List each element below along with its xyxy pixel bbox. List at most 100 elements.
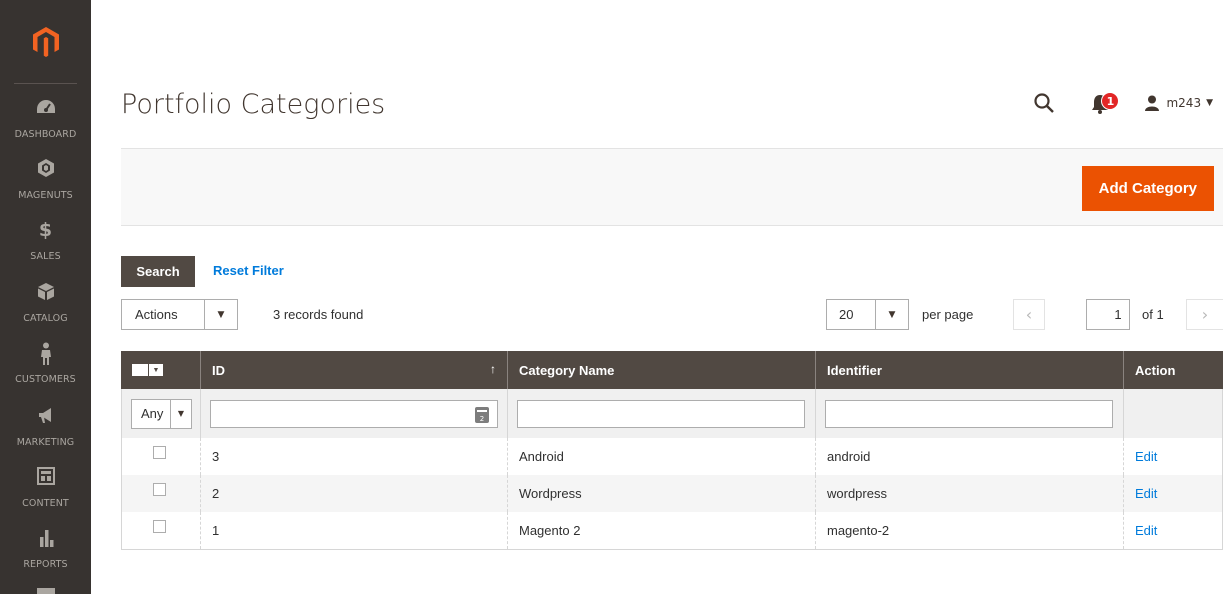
table-row: 3 Android android Edit <box>122 438 1222 475</box>
filter-cell-identifier <box>816 389 1124 438</box>
range-filter-icon: 2 <box>475 406 489 423</box>
any-filter-value: Any <box>132 399 171 428</box>
sidebar-item-dashboard[interactable]: DASHBOARD <box>0 97 91 141</box>
admin-sidebar: DASHBOARD MAGENUTS $ SALES CATALOG CUSTO… <box>0 0 91 594</box>
bar-chart-icon <box>0 527 91 549</box>
search-icon <box>1034 93 1055 113</box>
user-menu[interactable]: m243 ▼ <box>1144 95 1213 111</box>
filter-cell-action <box>1124 389 1221 438</box>
cell-action: Edit <box>1124 475 1221 512</box>
mass-select-control[interactable]: ▼ <box>132 364 163 376</box>
chevron-right-icon: › <box>1201 305 1209 324</box>
filter-cell-select: Any ▼ <box>122 389 201 438</box>
table-row: 2 Wordpress wordpress Edit <box>122 475 1222 512</box>
sidebar-item-marketing[interactable]: MARKETING <box>0 405 91 449</box>
dollar-icon: $ <box>38 219 53 241</box>
magento-logo[interactable] <box>0 0 91 84</box>
chevron-down-icon: ▼ <box>217 309 225 320</box>
sidebar-item-label: CUSTOMERS <box>15 374 76 385</box>
chevron-down-icon: ▼ <box>888 309 896 320</box>
sidebar-item-label: SALES <box>30 251 61 262</box>
edit-link[interactable]: Edit <box>1135 449 1157 464</box>
row-checkbox[interactable] <box>153 483 166 496</box>
person-icon <box>0 342 91 365</box>
sidebar-item-customers[interactable]: CUSTOMERS <box>0 342 91 386</box>
sidebar-item-label: CATALOG <box>23 313 68 324</box>
notification-count-badge: 1 <box>1101 92 1120 110</box>
cell-category-name: Magento 2 <box>508 512 816 549</box>
edit-link[interactable]: Edit <box>1135 486 1157 501</box>
sidebar-item-label: MARKETING <box>16 437 75 448</box>
chevron-down-icon: ▼ <box>1206 98 1213 108</box>
column-header-identifier[interactable]: Identifier <box>816 351 1124 389</box>
svg-text:2: 2 <box>480 415 484 423</box>
column-header-label: Category Name <box>519 362 615 378</box>
chevron-down-icon: ▼ <box>177 409 185 418</box>
search-button[interactable]: Search <box>121 256 195 287</box>
chevron-down-icon: ▼ <box>149 364 163 376</box>
row-select-cell <box>122 512 201 549</box>
row-checkbox[interactable] <box>153 446 166 459</box>
filter-cell-id: 2 <box>201 389 508 438</box>
row-select-cell <box>122 475 201 512</box>
cell-id: 2 <box>201 475 508 512</box>
id-filter-input[interactable]: 2 <box>210 399 498 428</box>
megaphone-icon <box>0 405 91 427</box>
sidebar-item-magenuts[interactable]: MAGENUTS <box>0 158 91 202</box>
mass-actions-label: Actions <box>122 300 205 329</box>
cell-action: Edit <box>1124 438 1221 475</box>
per-page-select[interactable]: 20 ▼ <box>826 299 909 330</box>
edit-link[interactable]: Edit <box>1135 523 1157 538</box>
sidebar-item-label: CONTENT <box>22 498 69 509</box>
add-category-button[interactable]: Add Category <box>1081 166 1214 211</box>
per-page-label: per page <box>922 307 974 322</box>
per-page-value: 20 <box>827 300 876 329</box>
column-header-id[interactable]: ID ↑ <box>201 351 508 389</box>
column-header-category-name[interactable]: Category Name <box>508 351 816 389</box>
next-page-button[interactable]: › <box>1186 299 1223 330</box>
categories-grid: ▼ ID ↑ Category Name Identifier Action A… <box>121 351 1223 550</box>
sidebar-item-label: MAGENUTS <box>18 190 73 201</box>
store-icon <box>37 588 55 594</box>
row-select-cell <box>122 438 201 475</box>
sidebar-item-sales[interactable]: $ SALES <box>0 219 91 263</box>
user-icon <box>1145 95 1160 111</box>
hexagon-icon <box>0 158 91 180</box>
select-all-checkbox[interactable] <box>132 364 148 376</box>
row-checkbox[interactable] <box>153 520 166 533</box>
any-filter-select[interactable]: Any ▼ <box>131 398 192 429</box>
sidebar-item-label: DASHBOARD <box>14 129 77 140</box>
total-pages: of 1 <box>1142 307 1164 322</box>
table-row: 1 Magento 2 magento-2 Edit <box>122 512 1222 549</box>
cell-id: 3 <box>201 438 508 475</box>
page-title: Portfolio Categories <box>121 89 386 120</box>
identifier-filter-input[interactable] <box>825 399 1113 428</box>
sidebar-item-content[interactable]: CONTENT <box>0 466 91 510</box>
sidebar-item-reports[interactable]: REPORTS <box>0 527 91 571</box>
cell-identifier: magento-2 <box>816 512 1124 549</box>
cell-action: Edit <box>1124 512 1221 549</box>
column-header-label: ID <box>212 362 225 378</box>
column-header-label: Action <box>1135 362 1176 378</box>
sidebar-item-catalog[interactable]: CATALOG <box>0 281 91 325</box>
cell-category-name: Wordpress <box>508 475 816 512</box>
page-number-input[interactable] <box>1086 299 1130 330</box>
notifications-button[interactable]: 1 <box>1090 91 1130 115</box>
global-search-button[interactable] <box>1032 91 1056 115</box>
dashboard-icon <box>0 97 91 119</box>
cell-identifier: android <box>816 438 1124 475</box>
page-actions-bar: Add Category <box>121 148 1223 226</box>
mass-actions-select[interactable]: Actions ▼ <box>121 299 238 330</box>
cell-category-name: Android <box>508 438 816 475</box>
filter-cell-category-name <box>508 389 816 438</box>
category-name-filter-input[interactable] <box>517 399 805 428</box>
layout-icon <box>0 466 91 488</box>
reset-filter-link[interactable]: Reset Filter <box>213 263 284 278</box>
previous-page-button[interactable]: ‹ <box>1013 299 1045 330</box>
mass-select-column[interactable]: ▼ <box>121 351 201 389</box>
sidebar-item-label: REPORTS <box>23 559 68 570</box>
grid-filter-row: Any ▼ 2 <box>121 389 1223 438</box>
grid-body: 3 Android android Edit 2 Wordpress wordp… <box>121 438 1223 550</box>
cell-identifier: wordpress <box>816 475 1124 512</box>
magento-logo-icon <box>32 27 59 57</box>
